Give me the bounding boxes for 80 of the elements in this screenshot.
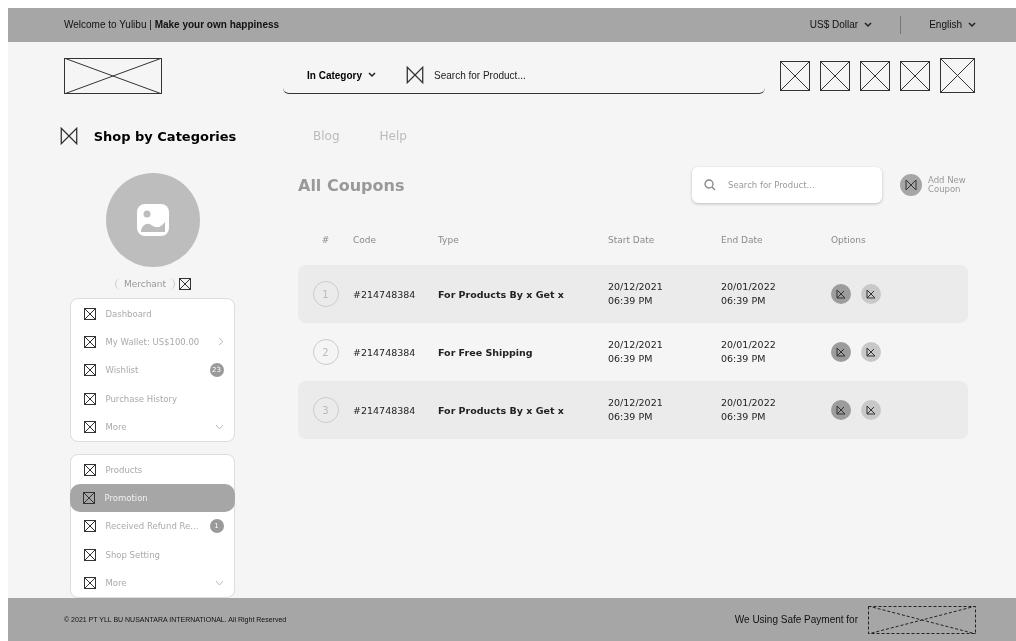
language-selector[interactable]: English <box>929 19 976 31</box>
chevron-down-icon <box>214 580 224 587</box>
search-input[interactable]: Search for Product... <box>726 179 870 192</box>
column-header: End Date <box>721 235 764 246</box>
column-header: Type <box>438 235 460 246</box>
start-date: 20/12/2021 06:39 PM <box>608 396 664 425</box>
placeholder-icon <box>83 392 96 405</box>
search-input[interactable]: Search for Product... <box>432 68 636 82</box>
role-tag: Merchant <box>114 278 176 291</box>
coupon-code: #214748384 <box>353 288 417 300</box>
placeholder-icon <box>836 405 846 416</box>
column-header: Options <box>831 235 867 246</box>
coupon-code: #214748384 <box>353 346 417 358</box>
menu-item[interactable]: More <box>70 568 234 598</box>
coupon-type: For Products By x Get x <box>438 288 565 300</box>
placeholder-icon <box>866 405 876 416</box>
placeholder-icon <box>836 289 846 300</box>
coupon-type: For Free Shipping <box>438 346 534 358</box>
chevron-down-icon <box>968 21 976 28</box>
add-coupon-button[interactable]: Add New Coupon <box>900 174 968 197</box>
placeholder-icon <box>83 520 96 533</box>
menu-item[interactable]: My Wallet: US$100.00 <box>70 327 234 357</box>
start-date: 20/12/2021 06:39 PM <box>608 280 664 309</box>
placeholder-icon <box>820 60 850 91</box>
welcome-text: Welcome to Yulibu | Make your own happiness <box>64 19 281 31</box>
column-header: # <box>320 235 331 246</box>
shop-by-categories[interactable]: Shop by Categories <box>93 128 237 144</box>
page-title: All Coupons <box>298 175 406 195</box>
delete-button[interactable] <box>861 400 881 421</box>
placeholder-icon <box>900 60 930 91</box>
edit-button[interactable] <box>831 342 851 363</box>
placeholder-icon <box>82 491 95 504</box>
hourglass-icon <box>59 127 78 146</box>
column-header: Start Date <box>608 235 656 246</box>
column-header: Code <box>353 235 378 246</box>
menu-item[interactable]: Products <box>70 455 234 484</box>
nav-link[interactable]: Help <box>379 129 407 144</box>
delete-button[interactable] <box>861 342 881 363</box>
placeholder-icon <box>83 364 96 377</box>
placeholder-icon <box>83 335 96 348</box>
search-bar[interactable]: In Category Search for Product... <box>283 57 765 95</box>
placeholder-icon <box>836 347 846 358</box>
start-date: 20/12/2021 06:39 PM <box>608 338 664 367</box>
placeholder-icon <box>179 278 192 291</box>
placeholder-icon <box>83 307 96 320</box>
edit-button[interactable] <box>831 400 851 421</box>
edit-button[interactable] <box>831 284 851 305</box>
placeholder-icon <box>866 347 876 358</box>
category-dropdown[interactable]: In Category <box>283 69 406 81</box>
placeholder-icon <box>866 289 876 300</box>
placeholder-icon <box>83 463 96 476</box>
menu-item[interactable]: Dashboard <box>70 299 234 328</box>
search-icon <box>704 179 716 192</box>
image-placeholder-icon <box>406 66 424 85</box>
currency-selector[interactable]: US$ Dollar <box>809 19 873 31</box>
coupon-code: #214748384 <box>353 404 417 416</box>
chevron-right-icon <box>217 337 224 347</box>
menu-item[interactable]: More <box>70 412 234 442</box>
placeholder-icon <box>860 60 890 91</box>
payment-text: We Using Safe Payment for <box>734 614 858 626</box>
placeholder-icon <box>780 60 810 91</box>
placeholder-icon <box>83 421 96 434</box>
placeholder-icon <box>83 548 96 561</box>
placeholder-icon <box>83 577 96 590</box>
chevron-down-icon <box>368 72 376 79</box>
bowtie-icon <box>900 174 922 197</box>
coupon-search-field[interactable]: Search for Product... <box>692 167 882 204</box>
placeholder-icon <box>940 58 975 94</box>
menu-item[interactable]: Purchase History <box>70 384 234 413</box>
nav-link[interactable]: Blog <box>313 129 340 144</box>
menu-item[interactable]: Promotion <box>69 483 235 513</box>
end-date: 20/01/2022 06:39 PM <box>721 338 777 367</box>
delete-button[interactable] <box>861 284 881 305</box>
chevron-down-icon <box>214 424 224 431</box>
end-date: 20/01/2022 06:39 PM <box>721 396 777 425</box>
end-date: 20/01/2022 06:39 PM <box>721 280 777 309</box>
image-icon <box>137 204 169 237</box>
coupon-type: For Products By x Get x <box>438 404 565 416</box>
menu-item[interactable]: Shop Setting <box>70 540 234 569</box>
chevron-down-icon <box>864 21 873 28</box>
